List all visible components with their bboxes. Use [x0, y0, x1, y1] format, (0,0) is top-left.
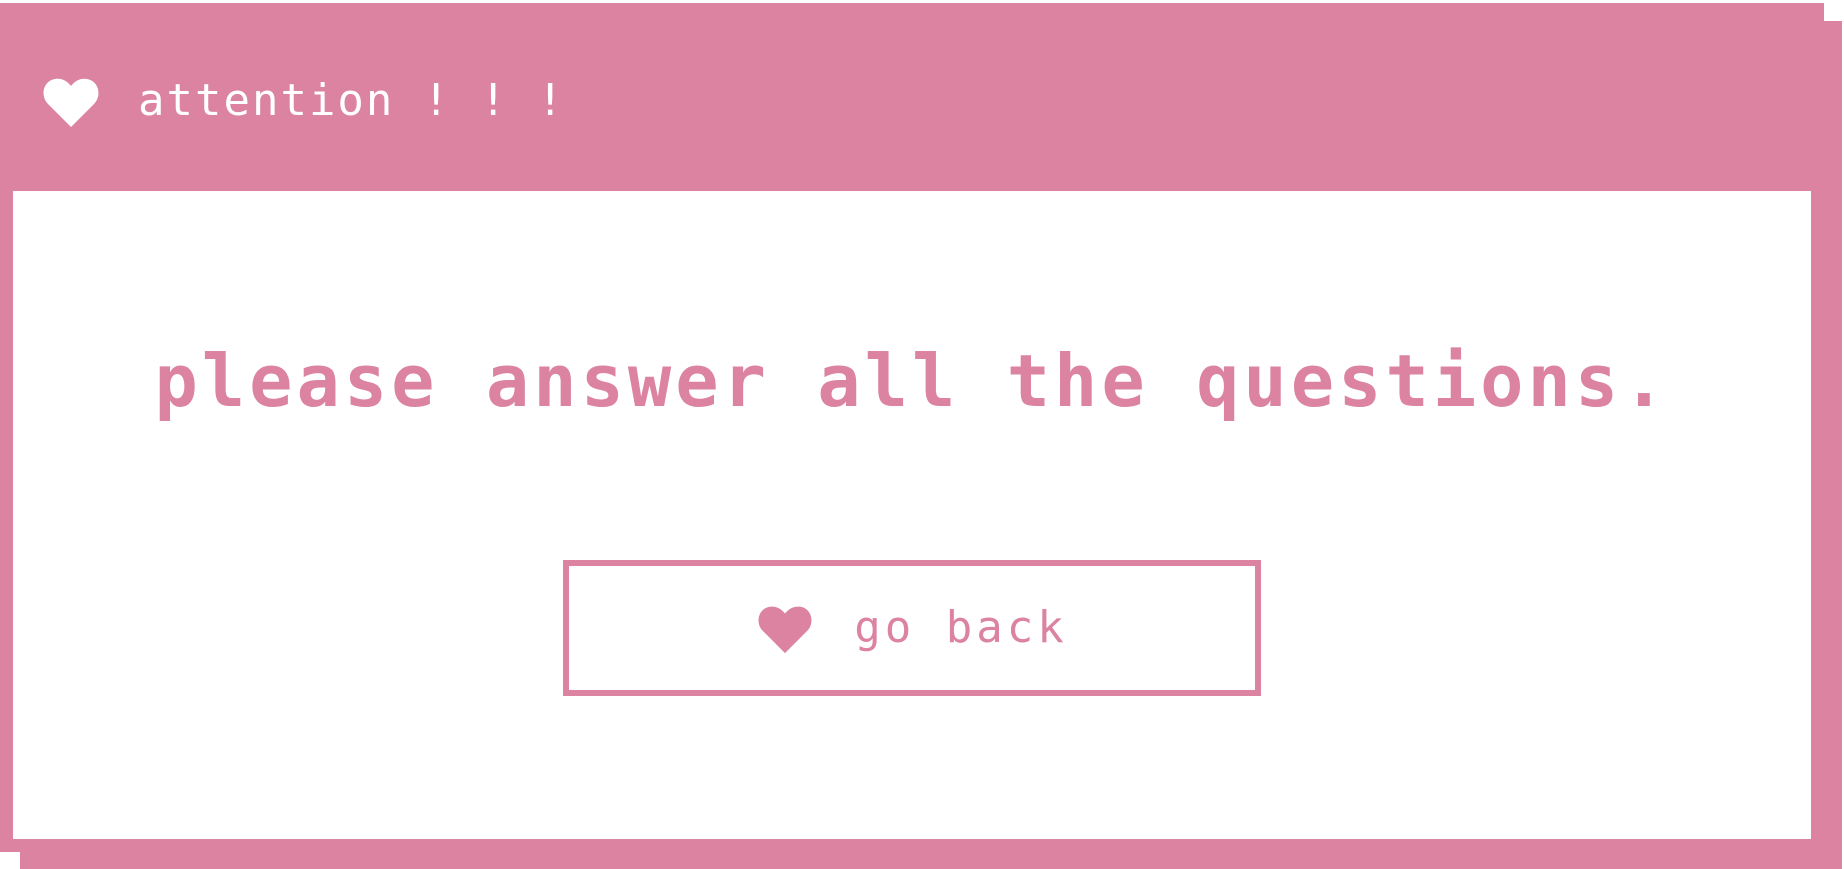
- heart-icon: [42, 73, 100, 129]
- go-back-button[interactable]: go back: [563, 560, 1261, 696]
- heart-icon: [756, 601, 814, 655]
- dialog-title: attention ! ! !: [138, 75, 566, 126]
- dialog-message: please answer all the questions.: [154, 339, 1670, 423]
- dialog-titlebar: attention ! ! !: [0, 3, 1824, 191]
- alert-dialog: attention ! ! ! please answer all the qu…: [0, 3, 1824, 852]
- go-back-label: go back: [854, 602, 1068, 653]
- dialog-body: please answer all the questions. go back: [13, 191, 1811, 839]
